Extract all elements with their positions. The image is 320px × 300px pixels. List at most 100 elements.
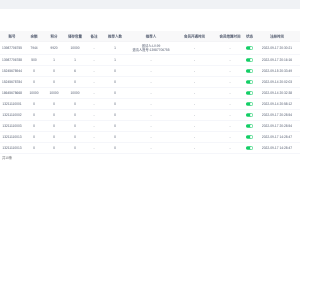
pagination-total: 共10条 [2,156,13,160]
column-header-account: 账号 [0,31,24,42]
cell-referral-count: 0 [102,98,128,110]
cell-member-open-time: - [174,131,215,143]
viewport: 账号 余额 积分 储存容量 备注 推荐人数 推荐人 会员开通时间 会员结算时间 状态 注册时间 13… [0,0,300,300]
status-toggle[interactable] [246,102,253,106]
cell-member-settle-time: - [215,142,245,154]
cell-remark: - [86,87,102,99]
cell-status [245,98,254,110]
cell-account: 13211110013 [0,142,24,154]
page: 账号 余额 积分 储存容量 备注 推荐人数 推荐人 会员开通时间 会员结算时间 状态 注册时间 13… [0,0,300,300]
cell-member-settle-time: - [215,120,245,132]
cell-referral-count: 1 [102,54,128,66]
column-header-remark: 备注 [86,31,102,42]
cell-points: 1 [44,54,64,66]
cell-status [245,54,254,66]
column-header-referral-count: 推荐人数 [102,31,128,42]
cell-register-time: 2022-09-15 20:33:49 [254,65,300,77]
cell-balance: 500 [24,54,44,66]
cell-member-open-time: - [174,109,215,121]
cell-status [245,65,254,77]
cell-status [245,131,254,143]
column-header-register-time: 注册时间 [254,31,300,42]
cell-remark: - [86,142,102,154]
table-row: 13211110013 0 0 0-0- - -2022-09-17 14:28:47 [0,131,300,143]
cell-register-time: 2022-09-14 20:02:03 [254,76,300,88]
cell-status [245,76,254,88]
table-header-row: 账号 余额 积分 储存容量 备注 推荐人数 推荐人 会员开通时间 会员结算时间 状态 注册时间 [0,31,300,42]
cell-member-open-time: - [174,65,215,77]
cell-points: 0 [44,109,64,121]
cell-referral-count: 0 [102,142,128,154]
toggle-knob [250,69,253,73]
cell-account: 13211110001 [0,98,24,110]
cell-member-open-time: - [174,76,215,88]
cell-status [245,109,254,121]
cell-referrer: - [128,109,174,121]
cell-status [245,87,254,99]
cell-account: 15245678784 [0,76,24,88]
table-row: 13987706788 500 1 1-1- - -2022-09-17 20:16:16 [0,54,300,66]
table-body: 13987706755 7944 9920 10000-1 邀请人:LV.99 邀请人账号… [0,41,300,154]
column-header-points: 积分 [44,31,64,42]
cell-member-settle-time: - [215,131,245,143]
cell-storage-capacity: 6 [64,65,86,77]
table-row: 13211110003 0 0 0-0- - -2022-09-17 20:28:54 [0,120,300,132]
cell-storage-capacity: 0 [64,142,86,154]
cell-points: 0 [44,65,64,77]
cell-member-open-time: - [174,54,215,66]
user-table: 账号 余额 积分 储存容量 备注 推荐人数 推荐人 会员开通时间 会员结算时间 状态 注册时间 13… [0,31,300,154]
cell-account: 13987706788 [0,54,24,66]
cell-member-open-time: - [174,41,215,55]
cell-referral-count: 0 [102,65,128,77]
referrer-line: 邀请人账号:13987706755 [132,48,170,52]
cell-referrer: 邀请人:LV.99 邀请人账号:13987706755 [128,41,174,55]
cell-referral-count: 0 [102,131,128,143]
cell-referral-count: 0 [102,120,128,132]
table-row: 15245678944 0 0 6-0- - -2022-09-15 20:33:49 [0,65,300,77]
cell-register-time: 2022-09-17 20:30:21 [254,41,300,55]
table-row: 18645678668 10000 10000 10000-0- - -2022-09-1… [0,87,300,99]
cell-remark: - [86,109,102,121]
cell-member-settle-time: - [215,65,245,77]
status-toggle[interactable] [246,69,253,73]
cell-status [245,41,254,55]
cell-member-settle-time: - [215,41,245,55]
cell-account: 18645678668 [0,87,24,99]
status-toggle[interactable] [246,113,253,117]
cell-register-time: 2022-09-17 20:28:54 [254,109,300,121]
status-toggle[interactable] [246,124,253,128]
cell-points: 0 [44,142,64,154]
column-header-referrer: 推荐人 [128,31,174,42]
cell-member-settle-time: - [215,98,245,110]
cell-storage-capacity: 10000 [64,41,86,55]
cell-remark: - [86,98,102,110]
status-toggle[interactable] [246,91,253,95]
cell-storage-capacity: 0 [64,120,86,132]
table-row: 13987706755 7944 9920 10000-1 邀请人:LV.99 邀请人账号… [0,41,300,55]
cell-register-time: 2022-09-17 14:28:47 [254,131,300,143]
cell-remark: - [86,65,102,77]
cell-account: 13211110013 [0,131,24,143]
status-toggle[interactable] [246,135,253,139]
cell-remark: - [86,76,102,88]
status-toggle[interactable] [246,146,253,150]
cell-points: 9920 [44,41,64,55]
cell-storage-capacity: 0 [64,109,86,121]
cell-referrer: - [128,142,174,154]
cell-account: 15245678944 [0,65,24,77]
cell-member-settle-time: - [215,109,245,121]
table-row: 13211110001 0 0 0-0- - -2022-09-14 20:58:12 [0,98,300,110]
cell-remark: - [86,131,102,143]
cell-referral-count: 0 [102,76,128,88]
cell-balance: 0 [24,98,44,110]
cell-balance: 0 [24,65,44,77]
status-toggle[interactable] [246,80,253,84]
status-toggle[interactable] [246,46,253,50]
toggle-knob [250,91,253,95]
cell-referrer: - [128,54,174,66]
status-toggle[interactable] [246,58,253,62]
column-header-storage-capacity: 储存容量 [64,31,86,42]
cell-storage-capacity: 0 [64,131,86,143]
cell-points: 0 [44,120,64,132]
cell-balance: 0 [24,120,44,132]
